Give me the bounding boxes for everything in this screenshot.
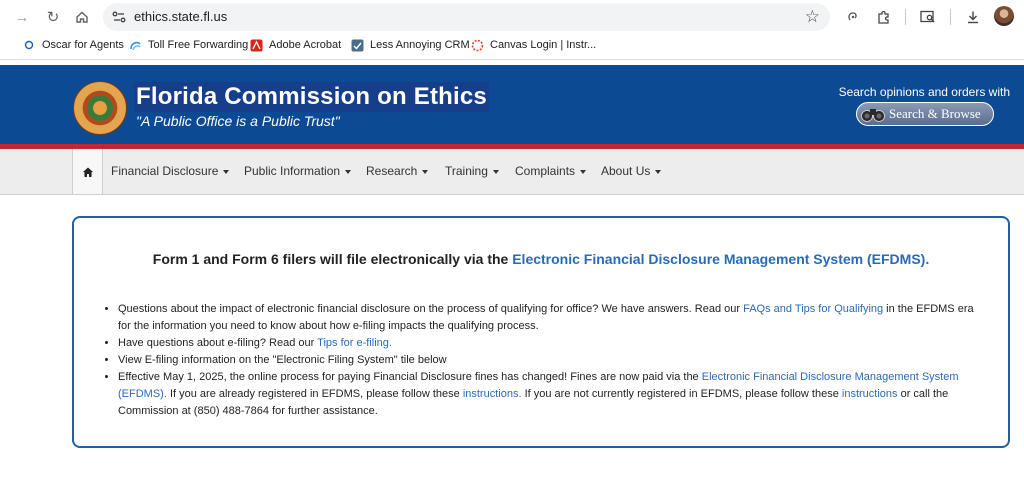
instructions-unregistered-link[interactable]: instructions (842, 388, 898, 400)
bookmark-toll-free[interactable]: Toll Free Forwarding (128, 38, 248, 52)
tab-search-icon[interactable] (917, 6, 939, 28)
caret-down-icon (655, 169, 662, 174)
password-key-icon[interactable] (842, 6, 864, 28)
nav-label: Research (366, 164, 418, 178)
address-bar[interactable]: ethics.state.fl.us ☆ (103, 3, 830, 31)
nav-financial-disclosure[interactable]: Financial Disclosure (111, 164, 230, 178)
profile-avatar[interactable] (994, 6, 1014, 26)
reload-icon[interactable]: ↻ (42, 6, 64, 28)
list-item: View E-filing information on the "Electr… (118, 352, 978, 369)
canvas-icon (470, 38, 484, 52)
nav-label: About Us (601, 164, 651, 178)
list-item: Effective May 1, 2025, the online proces… (118, 369, 978, 420)
notice-list: Questions about the impact of electronic… (118, 301, 978, 420)
search-label: Search opinions and orders with (838, 85, 1010, 99)
bookmark-oscar[interactable]: Oscar for Agents (22, 38, 124, 52)
site-motto: "A Public Office is a Public Trust" (136, 113, 340, 129)
home-icon (82, 167, 93, 177)
site-title[interactable]: Florida Commission on Ethics (134, 82, 489, 112)
nav-complaints[interactable]: Complaints (515, 164, 587, 178)
url-text: ethics.state.fl.us (134, 9, 228, 24)
browser-toolbar: → ↻ ethics.state.fl.us ☆ (0, 0, 1024, 34)
tips-efiling-link[interactable]: Tips for e-filing. (317, 337, 392, 349)
nav-home[interactable] (72, 149, 103, 194)
search-button-label: Search & Browse (889, 106, 981, 121)
list-text: Questions about the impact of electronic… (118, 303, 744, 315)
bookmark-label: Toll Free Forwarding (148, 39, 249, 51)
binoculars-icon (859, 103, 887, 125)
nav-public-information[interactable]: Public Information (244, 164, 352, 178)
caret-down-icon (580, 169, 587, 174)
caret-down-icon (492, 169, 499, 174)
bookmarks-bar: Oscar for Agents Toll Free Forwarding Ad… (0, 34, 1024, 60)
list-text: Have questions about e-filing? Read our (118, 337, 318, 349)
nav-label: Complaints (515, 164, 576, 178)
caret-down-icon (345, 169, 352, 174)
list-item: Have questions about e-filing? Read our … (118, 335, 978, 352)
bookmark-canvas[interactable]: Canvas Login | Instr... (470, 38, 596, 52)
bookmark-crm[interactable]: Less Annoying CRM (350, 38, 470, 52)
caret-down-icon (223, 169, 230, 174)
site-settings-icon[interactable] (111, 9, 127, 25)
florida-seal-logo[interactable] (73, 81, 127, 135)
faqs-qualifying-link[interactable]: FAQs and Tips for Qualifying (743, 303, 883, 315)
bookmark-star-icon[interactable]: ☆ (805, 7, 820, 27)
site-header: Florida Commission on Ethics "A Public O… (0, 65, 1024, 144)
bookmark-acrobat[interactable]: Adobe Acrobat (249, 38, 341, 52)
efdms-notice-box: Form 1 and Form 6 filers will file elect… (72, 216, 1010, 448)
nav-label: Financial Disclosure (111, 164, 219, 178)
main-nav: Financial Disclosure Public Information … (0, 149, 1024, 195)
list-item: Questions about the impact of electronic… (118, 301, 978, 335)
bookmark-label: Adobe Acrobat (269, 39, 342, 51)
bookmark-label: Less Annoying CRM (370, 39, 470, 51)
extensions-puzzle-icon[interactable] (872, 6, 894, 28)
nav-label: Training (445, 164, 488, 178)
bookmark-label: Oscar for Agents (42, 39, 124, 51)
nav-label: Public Information (244, 164, 341, 178)
list-text: View E-filing information on the "Electr… (118, 354, 447, 366)
notice-title-text: Form 1 and Form 6 filers will file elect… (152, 251, 513, 267)
list-text: If you are already registered in EFDMS, … (166, 388, 463, 400)
nav-about-us[interactable]: About Us (601, 164, 662, 178)
notice-title: Form 1 and Form 6 filers will file elect… (74, 251, 1008, 267)
nav-research[interactable]: Research (366, 164, 429, 178)
list-text: Effective May 1, 2025, the online proces… (118, 371, 702, 383)
circle-icon (22, 38, 36, 52)
instructions-registered-link[interactable]: instructions. (463, 388, 522, 400)
home-icon[interactable] (71, 6, 93, 28)
acrobat-icon (249, 38, 263, 52)
bookmark-label: Canvas Login | Instr... (490, 39, 597, 51)
back-arrow-icon[interactable]: → (11, 6, 33, 28)
download-icon[interactable] (962, 6, 984, 28)
crm-icon (350, 38, 364, 52)
list-text: If you are not currently registered in E… (521, 388, 842, 400)
swirl-icon (128, 38, 142, 52)
toolbar-divider (905, 9, 906, 25)
nav-training[interactable]: Training (445, 164, 499, 178)
efdms-link[interactable]: Electronic Financial Disclosure Manageme… (512, 251, 929, 267)
toolbar-divider (950, 9, 951, 25)
caret-down-icon (422, 169, 429, 174)
